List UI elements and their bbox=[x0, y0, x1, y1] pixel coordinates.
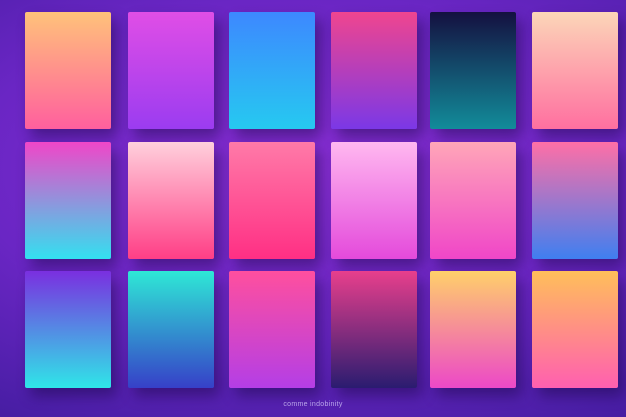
swatch-cream-pink bbox=[532, 12, 618, 129]
swatch-pink-rose bbox=[229, 142, 315, 259]
swatch-amber-pink bbox=[532, 271, 618, 388]
swatch-peach-pink bbox=[25, 12, 111, 129]
swatch-pink-purple bbox=[331, 12, 417, 129]
swatch-blue-cyan bbox=[229, 12, 315, 129]
swatch-grid bbox=[0, 0, 626, 417]
swatch-violet-blue bbox=[532, 142, 618, 259]
swatch-gold-magenta bbox=[430, 271, 516, 388]
swatch-hotpink-violet bbox=[229, 271, 315, 388]
swatch-magenta-violet bbox=[128, 12, 214, 129]
swatch-rose-navy bbox=[331, 271, 417, 388]
swatch-lilac-pink bbox=[331, 142, 417, 259]
swatch-navy-teal bbox=[430, 12, 516, 129]
gradient-canvas: comme indobinity bbox=[0, 0, 626, 417]
swatch-violet-aqua bbox=[25, 271, 111, 388]
watermark-caption: comme indobinity bbox=[283, 401, 343, 408]
swatch-magenta-cyan bbox=[25, 142, 111, 259]
swatch-peach-magenta bbox=[430, 142, 516, 259]
swatch-blush-pink bbox=[128, 142, 214, 259]
swatch-teal-indigo bbox=[128, 271, 214, 388]
